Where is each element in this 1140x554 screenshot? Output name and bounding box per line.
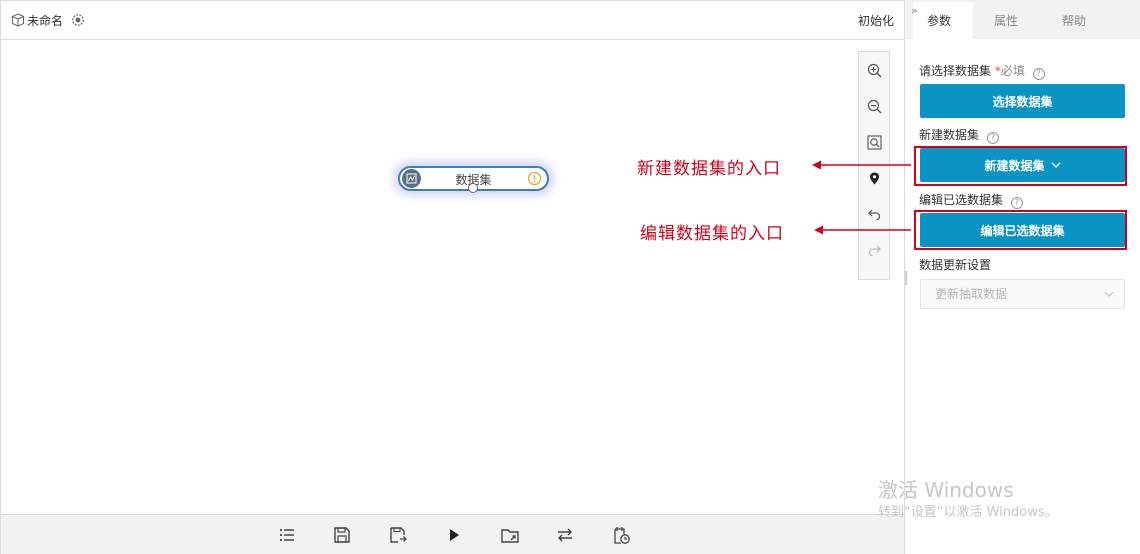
update-mode-select[interactable]: 更新抽取数据 (920, 279, 1125, 309)
initialize-button[interactable]: 初始化 (858, 12, 894, 29)
right-panel: » 参数 属性 帮助 请选择数据集 *必填 ? 选择数据集 新建数据集 ? 新建… (904, 0, 1140, 554)
tab-params[interactable]: 参数 (927, 12, 951, 29)
required-text: 必填 (1000, 64, 1025, 78)
canvas-panel: 未命名 初始化 数据集 (0, 0, 904, 554)
select-dataset-label-text: 请选择数据集 (919, 64, 992, 78)
tab-properties[interactable]: 属性 (994, 12, 1018, 29)
warning-icon (527, 171, 542, 186)
resize-handle[interactable] (905, 271, 907, 285)
export-folder-icon[interactable] (499, 524, 521, 546)
help-icon[interactable]: ? (986, 132, 999, 144)
dataset-node[interactable]: 数据集 (398, 166, 549, 193)
panel-tabs: » 参数 属性 帮助 (905, 0, 1140, 39)
edit-dataset-label-text: 编辑已选数据集 (919, 193, 1004, 207)
update-mode-placeholder: 更新抽取数据 (935, 287, 1008, 301)
tab-help[interactable]: 帮助 (1062, 12, 1086, 29)
activation-watermark-subtitle: 转到“设置”以激活 Windows。 (878, 505, 1058, 520)
activation-watermark-title: 激活 Windows (878, 478, 1014, 502)
new-dataset-annotation: 新建数据集的入口 (637, 159, 781, 179)
zoom-in-icon[interactable] (859, 55, 889, 85)
edit-dataset-label: 编辑已选数据集 ? (919, 191, 1023, 209)
node-output-port[interactable] (468, 183, 478, 193)
zoom-out-icon[interactable] (859, 91, 889, 121)
run-icon[interactable] (443, 524, 465, 546)
help-icon[interactable]: ? (1032, 68, 1045, 80)
update-settings-label: 数据更新设置 (919, 258, 992, 272)
redo-icon[interactable] (859, 235, 889, 265)
select-dataset-label: 请选择数据集 *必填 ? (919, 62, 1045, 80)
list-icon[interactable] (276, 524, 298, 546)
arrow-left-icon (814, 225, 911, 235)
bottom-toolbar (1, 514, 904, 554)
save-icon[interactable] (331, 524, 353, 546)
save-as-icon[interactable] (387, 524, 409, 546)
gear-icon[interactable] (71, 13, 85, 27)
fit-view-icon[interactable] (859, 127, 889, 157)
new-dataset-label-text: 新建数据集 (919, 128, 980, 142)
new-dataset-highlight (914, 146, 1127, 186)
canvas-topbar: 未命名 初始化 (1, 1, 904, 40)
edit-dataset-annotation: 编辑数据集的入口 (640, 224, 784, 244)
help-icon[interactable]: ? (1010, 197, 1023, 209)
arrow-left-icon (812, 160, 911, 170)
new-dataset-label: 新建数据集 ? (919, 126, 999, 144)
swap-icon[interactable] (554, 524, 576, 546)
edit-dataset-highlight (914, 210, 1127, 250)
chevron-down-icon (1104, 291, 1114, 297)
page-title: 未命名 (27, 14, 64, 28)
package-icon (12, 13, 24, 27)
select-dataset-button[interactable]: 选择数据集 (920, 84, 1125, 118)
schedule-icon[interactable] (610, 524, 632, 546)
collapse-panel-icon[interactable]: » (911, 4, 918, 17)
